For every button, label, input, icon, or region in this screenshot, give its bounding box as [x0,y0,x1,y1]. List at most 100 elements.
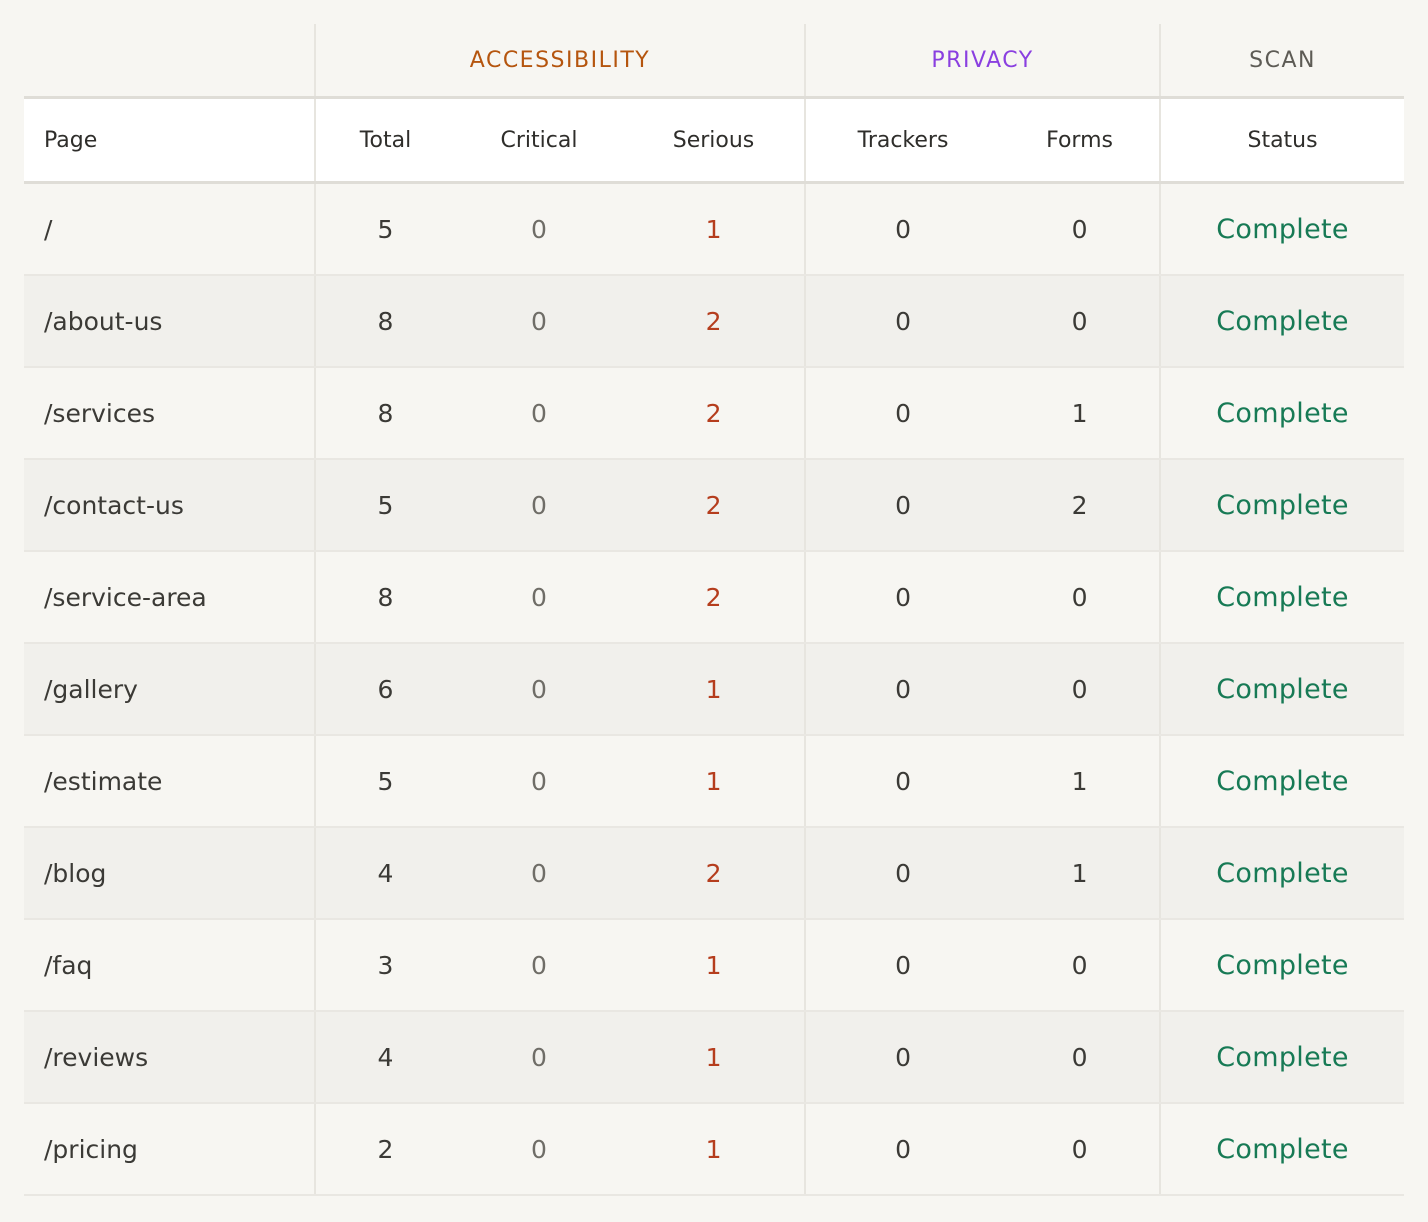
row-page-path[interactable]: / [24,182,315,276]
row-page-path[interactable]: /blog [24,827,315,920]
row-forms: 0 [1000,1011,1161,1104]
row-critical: 0 [455,275,623,368]
row-forms: 1 [1000,827,1161,920]
row-page-path[interactable]: /gallery [24,643,315,736]
row-total: 8 [314,275,455,368]
row-trackers: 0 [804,643,1001,736]
row-page-path[interactable]: /services [24,367,315,460]
row-status: Complete [1159,459,1405,552]
column-header-page[interactable]: Page [24,97,315,184]
row-serious: 1 [623,182,806,276]
column-group-header-row: ACCESSIBILITY PRIVACY SCAN [24,24,1405,99]
row-trackers: 0 [804,1103,1001,1196]
row-total: 3 [314,919,455,1012]
row-critical: 0 [455,735,623,828]
row-serious: 2 [623,551,806,644]
row-trackers: 0 [804,275,1001,368]
table-row: /gallery 6 0 1 0 0 Complete [24,643,1405,736]
row-total: 6 [314,643,455,736]
row-forms: 0 [1000,551,1161,644]
row-trackers: 0 [804,735,1001,828]
table-row: /reviews 4 0 1 0 0 Complete [24,1011,1405,1104]
row-critical: 0 [455,643,623,736]
row-trackers: 0 [804,459,1001,552]
row-serious: 2 [623,459,806,552]
row-serious: 1 [623,735,806,828]
row-trackers: 0 [804,1011,1001,1104]
group-header-blank [24,24,315,99]
row-page-path[interactable]: /contact-us [24,459,315,552]
row-total: 4 [314,1011,455,1104]
row-total: 8 [314,551,455,644]
row-page-path[interactable]: /pricing [24,1103,315,1196]
row-trackers: 0 [804,182,1001,276]
row-status: Complete [1159,275,1405,368]
row-forms: 0 [1000,1103,1161,1196]
row-status: Complete [1159,919,1405,1012]
column-header-total[interactable]: Total [314,97,455,184]
row-trackers: 0 [804,551,1001,644]
row-critical: 0 [455,551,623,644]
row-serious: 1 [623,1103,806,1196]
row-page-path[interactable]: /about-us [24,275,315,368]
column-header-serious[interactable]: Serious [623,97,806,184]
row-total: 5 [314,459,455,552]
row-serious: 2 [623,827,806,920]
row-forms: 1 [1000,735,1161,828]
row-total: 2 [314,1103,455,1196]
row-page-path[interactable]: /estimate [24,735,315,828]
row-status: Complete [1159,735,1405,828]
row-critical: 0 [455,182,623,276]
table-row: /service-area 8 0 2 0 0 Complete [24,551,1405,644]
row-total: 5 [314,735,455,828]
row-serious: 1 [623,919,806,1012]
row-total: 5 [314,182,455,276]
row-trackers: 0 [804,919,1001,1012]
row-status: Complete [1159,367,1405,460]
table-row: /about-us 8 0 2 0 0 Complete [24,275,1405,368]
column-header-forms[interactable]: Forms [1000,97,1161,184]
column-header-trackers[interactable]: Trackers [804,97,1001,184]
row-critical: 0 [455,367,623,460]
table-row: /services 8 0 2 0 1 Complete [24,367,1405,460]
row-forms: 0 [1000,919,1161,1012]
group-header-scan: SCAN [1159,24,1405,99]
row-status: Complete [1159,182,1405,276]
table-row: /blog 4 0 2 0 1 Complete [24,827,1405,920]
group-header-accessibility: ACCESSIBILITY [313,24,806,99]
row-forms: 0 [1000,275,1161,368]
row-status: Complete [1159,827,1405,920]
table-row: /faq 3 0 1 0 0 Complete [24,919,1405,1012]
row-forms: 0 [1000,643,1161,736]
row-forms: 1 [1000,367,1161,460]
row-total: 8 [314,367,455,460]
row-status: Complete [1159,1011,1405,1104]
row-trackers: 0 [804,827,1001,920]
table-row: / 5 0 1 0 0 Complete [24,182,1405,276]
row-page-path[interactable]: /faq [24,919,315,1012]
row-status: Complete [1159,551,1405,644]
table-row: /contact-us 5 0 2 0 2 Complete [24,459,1405,552]
row-forms: 2 [1000,459,1161,552]
row-status: Complete [1159,643,1405,736]
column-header-critical[interactable]: Critical [455,97,623,184]
row-forms: 0 [1000,182,1161,276]
scan-results-panel: ACCESSIBILITY PRIVACY SCAN Page Total Cr… [24,24,1405,1196]
row-page-path[interactable]: /reviews [24,1011,315,1104]
row-page-path[interactable]: /service-area [24,551,315,644]
table-row: /pricing 2 0 1 0 0 Complete [24,1103,1405,1196]
row-total: 4 [314,827,455,920]
column-header-row: Page Total Critical Serious Trackers For… [24,97,1405,184]
row-critical: 0 [455,919,623,1012]
row-critical: 0 [455,459,623,552]
table-row: /estimate 5 0 1 0 1 Complete [24,735,1405,828]
row-critical: 0 [455,1011,623,1104]
row-serious: 1 [623,643,806,736]
group-header-privacy: PRIVACY [804,24,1161,99]
row-serious: 1 [623,1011,806,1104]
column-header-status[interactable]: Status [1159,97,1405,184]
row-critical: 0 [455,827,623,920]
row-serious: 2 [623,367,806,460]
row-critical: 0 [455,1103,623,1196]
row-status: Complete [1159,1103,1405,1196]
